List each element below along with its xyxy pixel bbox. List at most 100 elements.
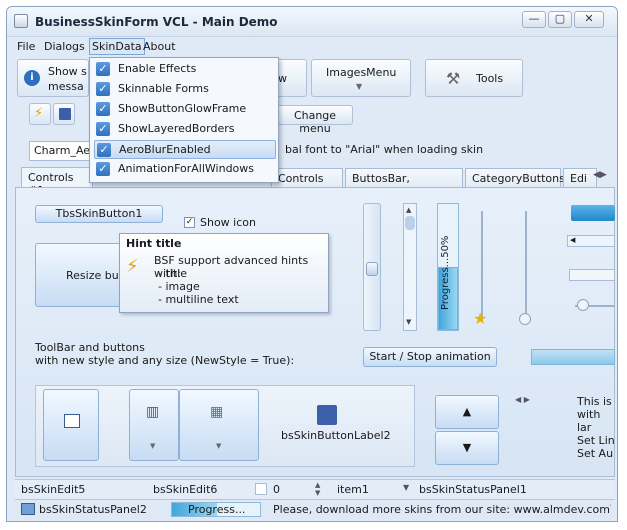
maximize-button[interactable]: ▢ bbox=[548, 11, 572, 28]
menu-item-label: Skinnable Forms bbox=[118, 82, 209, 95]
vertical-track-2[interactable] bbox=[525, 211, 527, 321]
partial-button-label: w bbox=[278, 72, 287, 85]
scroll-down-icon[interactable]: ▼ bbox=[406, 318, 411, 326]
animation-progress-partial bbox=[531, 349, 615, 365]
window-icon bbox=[64, 414, 80, 428]
title-bar[interactable]: BusinessSkinForm VCL - Main Demo — ▢ ✕ bbox=[7, 7, 617, 37]
minimize-button[interactable]: — bbox=[522, 11, 546, 28]
tab-controls-1[interactable]: Controls #1 bbox=[21, 167, 93, 197]
menu-item-animation-for-all-windows[interactable]: ✓ AnimationForAllWindows bbox=[94, 160, 276, 179]
horizontal-slider-partial[interactable] bbox=[569, 269, 615, 281]
right-text-line-4: Set Au bbox=[577, 447, 614, 460]
check-icon: ✓ bbox=[96, 122, 110, 136]
status-row-1: bsSkinEdit5 bsSkinEdit6 0 ▲ ▼ item1 ▼ bsS… bbox=[15, 479, 615, 499]
change-menu-label: Change menu bbox=[293, 109, 337, 135]
menu-item-enable-effects[interactable]: ✓ Enable Effects bbox=[94, 60, 276, 79]
panel-icon bbox=[21, 503, 35, 515]
show-message-button[interactable]: i Show s messa bbox=[17, 59, 89, 97]
scroll-thumb[interactable] bbox=[405, 216, 415, 230]
font-option-text: bal font to "Arial" when loading skin bbox=[285, 143, 484, 156]
skindata-dropdown: ✓ Enable Effects ✓ Skinnable Forms ✓ Sho… bbox=[89, 57, 279, 183]
tab-edit-partial[interactable]: Edi bbox=[563, 168, 597, 188]
vertical-slider-1[interactable] bbox=[363, 203, 381, 331]
menu-item-label: ShowButtonGlowFrame bbox=[118, 102, 247, 115]
hint-title: Hint title bbox=[126, 237, 182, 250]
tab-scroll-arrows[interactable]: ◀▶ bbox=[593, 170, 607, 180]
show-icon-checkbox[interactable]: ✓ bbox=[184, 217, 195, 228]
hint-line-3: - image bbox=[158, 280, 200, 293]
close-button[interactable]: ✕ bbox=[574, 11, 604, 28]
menu-item-show-button-glow-frame[interactable]: ✓ ShowButtonGlowFrame bbox=[94, 100, 276, 119]
info-icon: i bbox=[24, 70, 40, 86]
star-icon[interactable]: ★ bbox=[473, 309, 487, 328]
menu-item-show-layered-borders[interactable]: ✓ ShowLayeredBorders bbox=[94, 120, 276, 139]
toolbar-calculator-button[interactable]: ▦ ▼ bbox=[179, 389, 259, 461]
status-checkbox[interactable] bbox=[255, 483, 267, 495]
resize-grip-icon[interactable]: ⋰ bbox=[603, 504, 612, 514]
left-right-arrows[interactable]: ◀ ▶ bbox=[515, 395, 530, 404]
vertical-progress-bar: Progress...50% bbox=[437, 203, 459, 331]
skin-edit-6[interactable]: bsSkinEdit6 bbox=[153, 483, 217, 496]
menu-item-aero-blur-enabled[interactable]: ✓ AeroBlurEnabled bbox=[94, 140, 276, 159]
vertical-scrollbar[interactable]: ▲ ▼ bbox=[403, 203, 417, 331]
check-icon: ✓ bbox=[96, 62, 110, 76]
toolbar-chart-button[interactable]: ▥ ▼ bbox=[129, 389, 179, 461]
menu-item-label: AnimationForAllWindows bbox=[118, 162, 255, 175]
up-button[interactable]: ▲ bbox=[435, 395, 499, 429]
menu-item-skinnable-forms[interactable]: ✓ Skinnable Forms bbox=[94, 80, 276, 99]
tab-categorybuttons[interactable]: CategoryButtons bbox=[465, 168, 565, 188]
item-combo[interactable]: item1 bbox=[337, 483, 369, 496]
vertical-track-1[interactable] bbox=[481, 211, 483, 321]
menu-skindata[interactable]: SkinData bbox=[89, 38, 145, 55]
show-icon-label: Show icon bbox=[200, 216, 256, 229]
scroll-up-icon[interactable]: ▲ bbox=[406, 206, 411, 214]
button-label-2[interactable]: bsSkinButtonLabel2 bbox=[281, 429, 391, 442]
horizontal-scrollbar-partial[interactable]: ◀ bbox=[567, 235, 615, 247]
floppy-icon bbox=[317, 405, 337, 425]
right-text-block: This is with lar Set Lin Set Au bbox=[577, 395, 615, 460]
calculator-icon: ▦ bbox=[210, 404, 224, 420]
imagesmenu-button[interactable]: ImagesMenu ▼ bbox=[311, 59, 411, 97]
tbs-skin-button[interactable]: TbsSkinButton1 bbox=[35, 205, 163, 223]
chevron-down-icon[interactable]: ▼ bbox=[403, 483, 409, 492]
status-row-2: bsSkinStatusPanel2 Progress... Please, d… bbox=[15, 499, 615, 519]
imagesmenu-label: ImagesMenu bbox=[326, 66, 397, 79]
window-title: BusinessSkinForm VCL - Main Demo bbox=[35, 15, 278, 29]
check-icon: ✓ bbox=[96, 102, 110, 116]
track-thumb-2[interactable] bbox=[519, 313, 531, 325]
down-button[interactable]: ▼ bbox=[435, 431, 499, 465]
tools-button[interactable]: ⚒ Tools bbox=[425, 59, 523, 97]
change-menu-button[interactable]: Change menu bbox=[273, 105, 353, 135]
menu-dialogs[interactable]: Dialogs bbox=[44, 40, 85, 53]
tab-buttosbar-notebook[interactable]: ButtosBar, Notebook bbox=[345, 168, 463, 198]
status-panel-2: bsSkinStatusPanel2 bbox=[39, 503, 147, 516]
horizontal-track-thumb[interactable] bbox=[577, 299, 589, 311]
chevron-down-icon: ▼ bbox=[150, 442, 156, 450]
status-progress-label: Progress... bbox=[188, 503, 246, 516]
tools-label: Tools bbox=[476, 72, 504, 85]
menu-file[interactable]: File bbox=[17, 40, 35, 53]
save-button[interactable] bbox=[53, 103, 75, 125]
status-progress-bar: Progress... bbox=[171, 502, 261, 517]
lightning-button[interactable]: ⚡ bbox=[29, 103, 51, 125]
slider-thumb[interactable] bbox=[366, 262, 378, 276]
chevron-down-icon: ▼ bbox=[216, 442, 222, 450]
check-icon: ✓ bbox=[96, 82, 110, 96]
right-text-line-2: with lar bbox=[577, 408, 601, 434]
status-panel-1: bsSkinStatusPanel1 bbox=[419, 483, 527, 496]
toolbar-window-button[interactable] bbox=[43, 389, 99, 461]
vertical-progress-label: Progress...50% bbox=[440, 235, 451, 310]
start-stop-animation-button[interactable]: Start / Stop animation bbox=[363, 347, 497, 367]
show-button-label-2: messa bbox=[48, 80, 84, 93]
main-window: BusinessSkinForm VCL - Main Demo — ▢ ✕ F… bbox=[6, 6, 618, 522]
bar-chart-icon: ▥ bbox=[146, 404, 160, 420]
right-text-line-1: This is bbox=[577, 395, 612, 408]
spin-edit-value[interactable]: 0 bbox=[273, 483, 280, 496]
tab-controls-4[interactable]: Controls #4 bbox=[271, 168, 343, 198]
menu-item-label: ShowLayeredBorders bbox=[118, 122, 235, 135]
skin-edit-5[interactable]: bsSkinEdit5 bbox=[21, 483, 85, 496]
menu-about[interactable]: About bbox=[143, 40, 176, 53]
show-button-label-1: Show s bbox=[48, 65, 87, 78]
menu-item-label: Enable Effects bbox=[118, 62, 197, 75]
spin-arrows[interactable]: ▲ ▼ bbox=[315, 481, 320, 497]
